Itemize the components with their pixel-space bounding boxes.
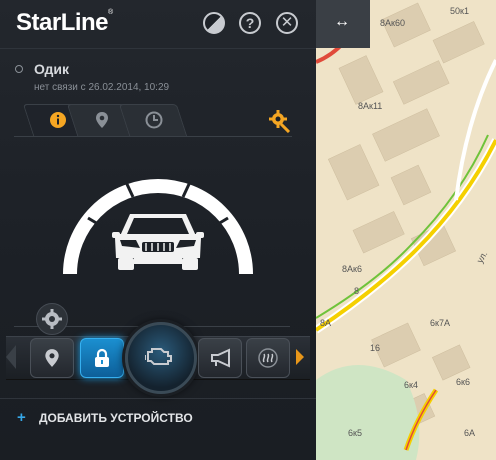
engine-start-button[interactable] bbox=[125, 322, 197, 394]
info-icon bbox=[50, 112, 66, 128]
horn-button[interactable] bbox=[198, 338, 242, 378]
device-status-text: нет связи с 26.02.2014, 10:29 bbox=[34, 82, 170, 93]
add-device-button[interactable]: + ДОБАВИТЬ УСТРОЙСТВО bbox=[0, 398, 316, 439]
device-settings-icon[interactable] bbox=[36, 303, 68, 335]
map-label: 6к5 bbox=[348, 428, 362, 438]
map-label: 8Ак11 bbox=[358, 101, 383, 111]
map-view[interactable]: 8Ак60 50к1 8Ак11 8Ак6 8 8А 6к7А 16 6к4 6… bbox=[316, 0, 496, 460]
location-pin-icon bbox=[45, 349, 59, 367]
tabs-divider bbox=[14, 136, 292, 137]
map-label: 8Ак6 bbox=[342, 264, 362, 274]
map-label: 6к7А bbox=[430, 318, 450, 328]
map-label: 6к6 bbox=[456, 377, 470, 387]
add-device-label: ДОБАВИТЬ УСТРОЙСТВО bbox=[39, 411, 193, 425]
map-label: 8А bbox=[320, 318, 332, 328]
clock-icon bbox=[145, 111, 163, 129]
scroll-left-icon[interactable] bbox=[6, 345, 16, 369]
help-icon[interactable]: ? bbox=[239, 12, 261, 34]
device-name[interactable]: Одик bbox=[34, 61, 69, 77]
control-panel: StarLine® ? ✕ Одик нет связи с 26.02.201… bbox=[0, 0, 316, 460]
location-pin-icon bbox=[96, 112, 108, 128]
map-canvas bbox=[316, 0, 496, 460]
panel-resize-handle[interactable]: ↔ bbox=[316, 0, 370, 48]
lock-button[interactable] bbox=[80, 338, 124, 378]
map-label: 8Ак60 bbox=[380, 18, 405, 28]
scroll-right-icon[interactable] bbox=[293, 345, 307, 369]
plus-icon: + bbox=[17, 409, 26, 426]
settings-gear-icon[interactable] bbox=[268, 109, 292, 133]
theme-toggle-icon[interactable] bbox=[203, 12, 225, 34]
resize-arrows-icon: ↔ bbox=[334, 13, 350, 30]
horn-icon bbox=[211, 348, 230, 368]
car-icon bbox=[112, 214, 204, 270]
find-car-button[interactable] bbox=[30, 338, 74, 378]
map-label: 6А bbox=[464, 428, 476, 438]
top-bar: StarLine® ? ✕ bbox=[0, 0, 316, 49]
lock-icon bbox=[95, 348, 109, 367]
starline-logo: StarLine® bbox=[16, 9, 113, 36]
map-label: 50к1 bbox=[450, 6, 469, 16]
tab-history[interactable] bbox=[118, 104, 188, 136]
heater-button[interactable] bbox=[246, 338, 290, 378]
map-label: 8 bbox=[354, 286, 360, 296]
map-label: 6к4 bbox=[404, 380, 418, 390]
device-status-dot bbox=[15, 65, 23, 73]
map-label: 16 bbox=[370, 343, 381, 353]
engine-icon bbox=[145, 348, 172, 365]
heater-icon bbox=[258, 348, 278, 368]
close-icon[interactable]: ✕ bbox=[276, 12, 298, 34]
